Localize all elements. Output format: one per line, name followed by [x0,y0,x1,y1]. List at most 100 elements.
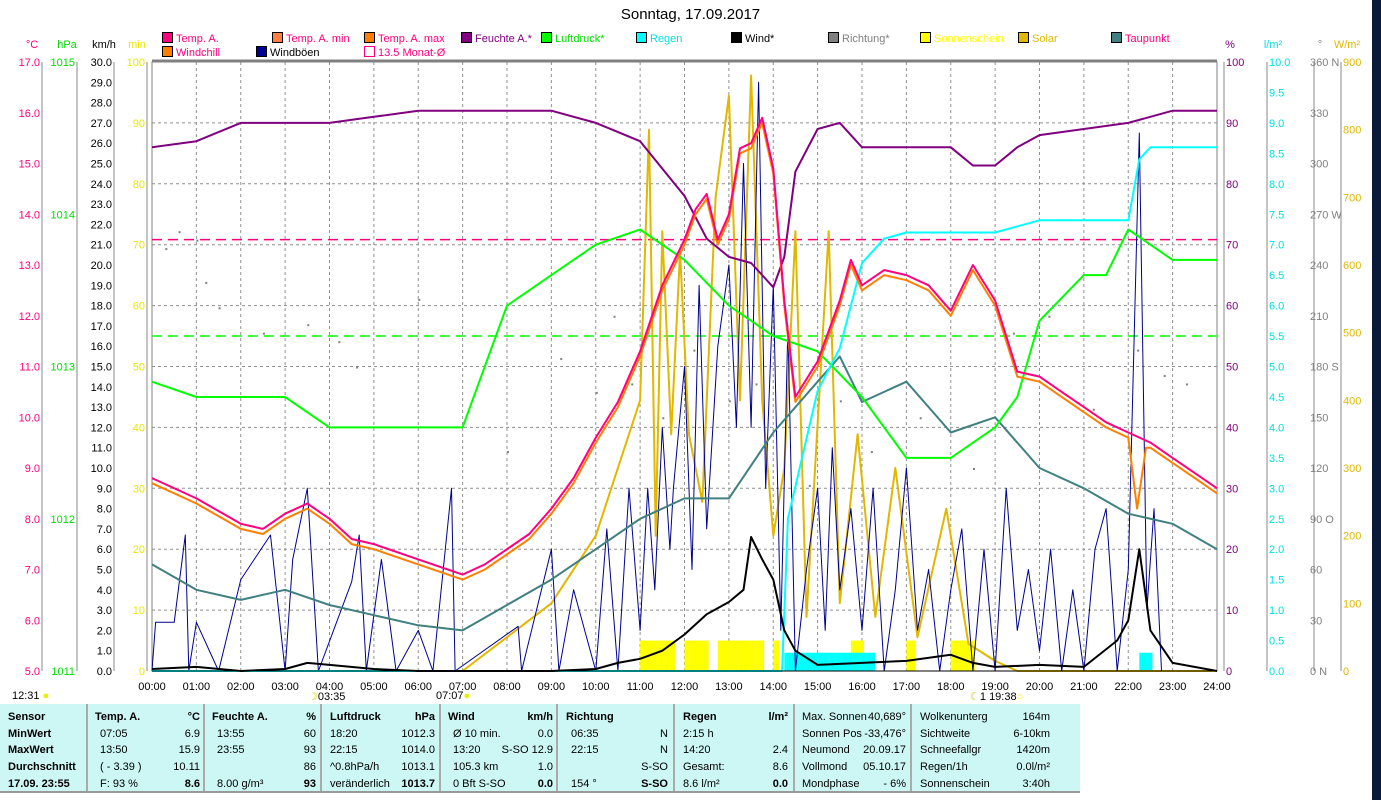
legend-swatch [731,32,742,43]
value-hum: 93 [303,778,316,790]
value-wind: 1.0 [537,761,553,773]
window-edge [1372,0,1381,800]
y-tick-temp: 15.0 [19,159,40,171]
y-tick-temp: 9.0 [25,463,40,475]
legend-label: Sonnenschein [934,33,1004,45]
direction-point [1048,315,1051,318]
header-unit-temp: °C [187,711,200,723]
y-tick-humidity: 80 [1226,179,1238,191]
rain-bar [856,652,859,671]
y-tick-wind: 1.0 [97,646,112,658]
value-press: 1013.1 [401,761,435,773]
direction-point [307,324,310,327]
sunshine-bar [745,640,748,671]
y-tick-wind: 30.0 [91,57,112,69]
sunshine-bar [913,640,916,671]
header-wind: Wind [448,711,475,723]
column-divider [320,704,322,791]
y-tick-wind: 17.0 [91,321,112,333]
y-tick-wind: 22.0 [91,219,112,231]
legend-label: Feuchte A.* [475,33,532,45]
astro-value: - 6% [883,778,906,790]
y-tick-humidity: 70 [1226,240,1238,252]
sunshine-bar [775,640,778,671]
value-hum: 86 [303,761,316,773]
direction-point [418,298,421,301]
direction-point [972,468,975,470]
sunshine-bar [699,640,702,671]
y-tick-pressure: 1013 [51,362,75,374]
y-tick-wind: 10.0 [91,463,112,475]
time-left-label: 12:31 [12,690,40,702]
sunshine-bar [773,640,776,671]
legend-label: Temp. A. [176,33,219,45]
column-divider [673,704,675,791]
x-tick-label: 12:00 [671,681,699,693]
x-tick-label: 09:00 [538,681,566,693]
misc-label: Sichtweite [920,728,971,740]
sunshine-bar [963,640,966,671]
direction-point [205,281,208,284]
sunrise: 07:07● [436,690,470,702]
value-wind: S-SO 12.9 [501,744,553,756]
sunshine-bar [693,640,696,671]
sunset-icon: ○ [1016,691,1024,703]
y-tick-wind: 6.0 [97,544,112,556]
y-tick-solar: 100 [1343,598,1361,610]
rain-bar [850,652,853,671]
y-tick-wind: 3.0 [97,605,112,617]
y-tick-wind: 5.0 [97,565,112,577]
y-tick-humidity: 40 [1226,422,1238,434]
y-tick-humidity: 50 [1226,362,1238,374]
direction-point [1012,332,1015,335]
sunshine-bar [654,640,657,671]
value-rain: 8.6 [772,761,788,773]
sunshine-bar [660,640,663,671]
sunshine-bar [911,640,914,671]
y-tick-temp: 5.0 [25,666,40,678]
sunshine-bar [704,640,707,671]
rain-bar [825,652,828,671]
y-tick-sunmin: 90 [133,118,145,130]
y-tick-rain: 2.5 [1269,514,1284,526]
x-tick-label: 01:00 [183,681,211,693]
x-tick-label: 13:00 [715,681,743,693]
value-temp: 10.11 [173,761,200,773]
y-tick-humidity: 30 [1226,483,1238,495]
legend-swatch [636,32,647,43]
x-tick-label: 18:00 [937,681,965,693]
sunshine-bar [738,640,741,671]
rain-bar [1150,652,1153,671]
legend-item: Richtung* [828,32,890,45]
value-wind: 0.0 [537,778,553,790]
y-tick-direction: 30 [1310,615,1322,627]
direction-point [1185,383,1188,386]
x-tick-label: 08:00 [493,681,521,693]
value-press: 1014.0 [401,744,435,756]
y-tick-solar: 800 [1343,125,1361,137]
y-tick-temp: 7.0 [25,565,40,577]
x-tick-label: 20:00 [1026,681,1054,693]
legend-label: Temp. A. max [378,33,445,45]
direction-point [839,400,842,403]
header-press: Luftdruck [330,711,381,723]
direction-point [1092,408,1095,411]
legend-item: Temp. A. max [364,32,445,45]
moon-icon: ☽ [308,691,318,703]
legend-swatch [1111,32,1122,43]
direction-point [662,417,665,420]
sunshine-bar [959,640,962,671]
legend-swatch [364,46,375,57]
rain-bar [841,652,844,671]
y-tick-solar: 900 [1343,57,1361,69]
stats-panel: Sensor MinWert MaxWert Durchschnitt 17.09. 2… [0,704,1080,793]
legend-label: Wind* [745,33,775,45]
y-tick-rain: 10.0 [1269,57,1290,69]
value-rain-label: 2:15 h [683,728,714,740]
y-tick-sunmin: 30 [133,483,145,495]
legend-label: Taupunkt [1125,33,1170,45]
sunshine-bar [762,640,765,671]
x-tick-label: 15:00 [804,681,832,693]
y-tick-direction: 270 W [1310,209,1342,221]
sunshine-bar [697,640,700,671]
